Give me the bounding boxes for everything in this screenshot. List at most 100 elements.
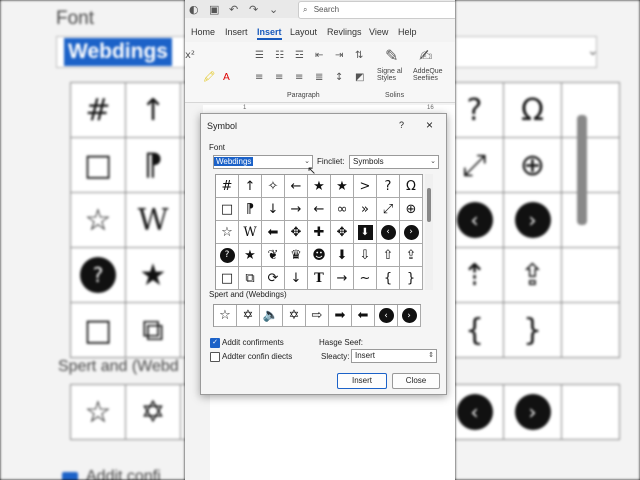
close-icon[interactable]: × <box>426 118 433 132</box>
numbering-icon[interactable]: ☷ <box>275 50 284 61</box>
indent-icon[interactable]: ⇤ <box>315 50 323 61</box>
save-icon[interactable]: ▣ <box>209 3 219 16</box>
close-button[interactable]: Close <box>392 373 440 389</box>
bullets-icon[interactable]: ☰ <box>255 50 264 61</box>
multilevel-icon[interactable]: ☲ <box>295 50 304 61</box>
symbol-arrow-down-2[interactable]: ↓ <box>285 267 308 290</box>
symbol-star-filled[interactable]: ★ <box>331 175 354 198</box>
styles-icon[interactable]: ✎ <box>385 46 398 65</box>
symbol-omega[interactable]: Ω <box>400 175 423 198</box>
outdent-icon[interactable]: ⇥ <box>335 50 343 61</box>
scrollbar-thumb[interactable] <box>427 188 431 222</box>
symbol-move-2[interactable]: ✥ <box>331 221 354 244</box>
symbol-double-chevron[interactable]: » <box>354 198 377 221</box>
line-spacing-icon[interactable]: ↕ <box>335 72 343 83</box>
recent-star-of-david[interactable]: ✡ <box>283 305 306 327</box>
recent-speaker[interactable]: 🔈 <box>260 305 283 327</box>
font-color-icon[interactable]: A <box>223 72 230 83</box>
symbol-download[interactable]: ⬇ <box>331 244 354 267</box>
bg-cell: › <box>504 193 562 248</box>
symbol-boxed-up[interactable]: ⇧ <box>377 244 400 267</box>
symbol-crosshair[interactable]: ⊕ <box>400 198 423 221</box>
symbol-star-outline[interactable]: ☆ <box>216 221 239 244</box>
align-center-icon[interactable]: ≡ <box>275 72 283 83</box>
symbol-question[interactable]: ? <box>377 175 400 198</box>
recent-star-6[interactable]: ✡ <box>237 305 260 327</box>
symbol-w[interactable]: W <box>239 221 262 244</box>
symbol-pilcrow[interactable]: ⁋ <box>239 198 262 221</box>
symbol-sparkle[interactable]: ✧ <box>262 175 285 198</box>
symbol-circle-left[interactable]: ‹ <box>377 221 400 244</box>
tab-help[interactable]: Help <box>398 27 417 37</box>
symbol-arrow-up[interactable]: ↑ <box>239 175 262 198</box>
addeque-icon[interactable]: ✍ <box>419 46 432 65</box>
symbol-trophy[interactable]: ♛ <box>285 244 308 267</box>
recent-star-outline[interactable]: ☆ <box>214 305 237 327</box>
symbol-arrow-right-2[interactable]: → <box>331 267 354 290</box>
search-box[interactable]: ⌕ Search <box>298 1 455 19</box>
sleacty-select[interactable]: Insert ⇕ <box>351 349 437 363</box>
tab-home[interactable]: Home <box>191 27 215 37</box>
highlight-icon[interactable]: 🖍 <box>203 72 216 83</box>
undo-icon[interactable]: ↶ <box>229 3 238 16</box>
symbol-overlap[interactable]: ⧉ <box>239 267 262 290</box>
symbol-grid-scrollbar[interactable] <box>425 174 433 290</box>
search-input[interactable]: Search <box>314 5 339 14</box>
shading-icon[interactable]: ◩ <box>355 72 364 83</box>
symbol-star-selected[interactable]: ★ <box>308 175 331 198</box>
font-size-icon[interactable]: x² <box>185 50 195 61</box>
symbol-plus[interactable]: ✚ <box>308 221 331 244</box>
symbol-arrow-left-2[interactable]: ← <box>308 198 331 221</box>
symbol-star-black[interactable]: ★ <box>239 244 262 267</box>
symbol-arrow-right[interactable]: → <box>285 198 308 221</box>
subset-select[interactable]: Symbols ⌄ <box>349 155 439 169</box>
tab-insert-active[interactable]: Insert <box>257 27 282 40</box>
symbol-tilde[interactable]: ~ <box>354 267 377 290</box>
symbol-bold-arrow-left[interactable]: ⬅ <box>262 221 285 244</box>
symbol-refresh[interactable]: ⟳ <box>262 267 285 290</box>
align-right-icon[interactable]: ≡ <box>295 72 303 83</box>
symbol-infinity[interactable]: ∞ <box>331 198 354 221</box>
recent-circle-right[interactable]: › <box>398 305 421 327</box>
symbol-circle-right[interactable]: › <box>400 221 423 244</box>
symbol-diagonal-arrow[interactable]: ⤢ <box>377 198 400 221</box>
symbol-brace-close[interactable]: } <box>400 267 423 290</box>
symbol-down-block[interactable]: ⬇ <box>354 221 377 244</box>
symbol-laurel[interactable]: ❦ <box>262 244 285 267</box>
recent-arrow-bold[interactable]: ➡ <box>329 305 352 327</box>
symbol-square-2[interactable]: □ <box>216 267 239 290</box>
recent-arrow-outline[interactable]: ⇨ <box>306 305 329 327</box>
symbol-square[interactable]: □ <box>216 198 239 221</box>
chevron-down-icon[interactable]: ⌄ <box>269 3 278 16</box>
symbol-hash[interactable]: # <box>216 175 239 198</box>
sort-icon[interactable]: ⇅ <box>355 50 363 61</box>
align-left-icon[interactable]: ≡ <box>255 72 263 83</box>
redo-icon[interactable]: ↷ <box>249 3 258 16</box>
symbol-circle-question[interactable]: ? <box>216 244 239 267</box>
tab-layout[interactable]: Layout <box>290 27 317 37</box>
help-button[interactable]: ? <box>399 120 404 130</box>
symbol-chevron-right[interactable]: > <box>354 175 377 198</box>
symbol-arrow-left[interactable]: ← <box>285 175 308 198</box>
font-select[interactable]: Webdings ⌄ <box>213 155 313 169</box>
symbol-brace-open[interactable]: { <box>377 267 400 290</box>
toggle-icon[interactable]: ◐ <box>189 3 199 16</box>
symbol-t[interactable]: T <box>308 267 331 290</box>
tab-view[interactable]: View <box>369 27 388 37</box>
checkbox-addit-confirments[interactable]: ✓ <box>210 338 220 348</box>
bg-recent-grid-left: ☆ ✡ <box>70 384 185 440</box>
tab-revlings[interactable]: Revlings <box>327 27 362 37</box>
justify-icon[interactable]: ≣ <box>315 72 323 83</box>
insert-button[interactable]: Insert <box>337 373 387 389</box>
symbol-boxed-down[interactable]: ⇩ <box>354 244 377 267</box>
checkbox-addter[interactable] <box>210 352 220 362</box>
recent-arrow-left-bold[interactable]: ⬅ <box>352 305 375 327</box>
recent-circle-left[interactable]: ‹ <box>375 305 398 327</box>
symbol-arrow-down[interactable]: ↓ <box>262 198 285 221</box>
styles-label[interactable]: Signe al Styles <box>377 68 411 82</box>
symbol-head[interactable]: ☻ <box>308 244 331 267</box>
addeque-label[interactable]: AddeQue Seefiies <box>413 68 449 82</box>
symbol-move[interactable]: ✥ <box>285 221 308 244</box>
symbol-share[interactable]: ⇪ <box>400 244 423 267</box>
tab-insert[interactable]: Insert <box>225 27 248 37</box>
